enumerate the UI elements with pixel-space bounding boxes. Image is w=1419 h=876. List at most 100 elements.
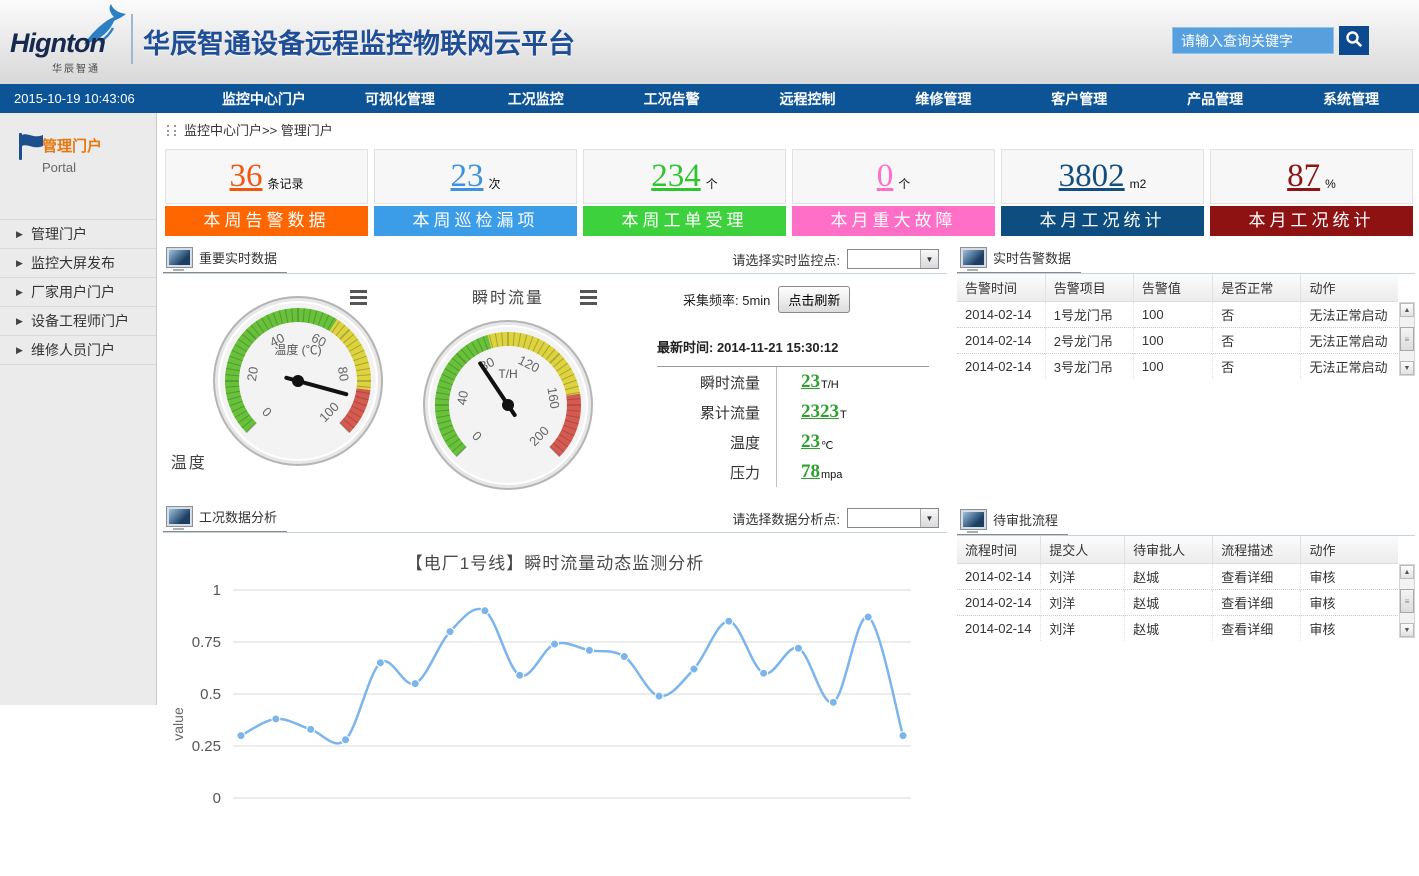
menu-caret-icon: ▶	[16, 220, 23, 248]
main-layout: 管理门户 Portal ▶管理门户▶监控大屏发布▶厂家用户门户▶设备工程师门户▶…	[0, 113, 1419, 705]
gauge-menu-icon[interactable]	[580, 290, 597, 308]
table-cell: 否	[1213, 354, 1301, 380]
alarm-grid: 告警时间告警项目告警值是否正常动作2014-02-141号龙门吊100否无法正常…	[957, 274, 1398, 379]
column-header[interactable]: 告警时间	[957, 274, 1045, 302]
column-header[interactable]: 提交人	[1041, 536, 1125, 564]
table-cell: 否	[1213, 302, 1301, 328]
svg-text:T/H: T/H	[498, 367, 517, 381]
stat-label-bar[interactable]: 本周巡检漏项	[374, 206, 577, 236]
table-cell: 赵城	[1125, 616, 1213, 642]
alarm-row-0[interactable]: 2014-02-141号龙门吊100否无法正常启动	[957, 302, 1398, 328]
reading-value[interactable]: 2323	[801, 401, 839, 423]
menu-caret-icon: ▶	[16, 336, 23, 364]
stat-label-bar[interactable]: 本周告警数据	[165, 206, 368, 236]
search-button[interactable]	[1339, 26, 1369, 55]
brand-logo[interactable]: Hignton 华辰智通	[8, 2, 130, 82]
reading-value[interactable]: 78	[801, 461, 820, 483]
readings-table: 瞬时流量23T/H累计流量2323T温度23℃压力78mpa	[657, 366, 929, 487]
table-cell: 审核	[1301, 616, 1398, 642]
breadcrumb-text: 监控中心门户>> 管理门户	[184, 123, 333, 138]
reading-unit: T	[840, 409, 847, 421]
column-header[interactable]: 是否正常	[1213, 274, 1301, 302]
stat-unit: 个	[706, 175, 718, 192]
stat-label-bar[interactable]: 本月工况统计	[1210, 206, 1413, 236]
nav-item-5[interactable]: 维修管理	[875, 89, 1011, 109]
svg-text:0: 0	[213, 790, 221, 807]
nav-item-3[interactable]: 工况告警	[604, 89, 740, 109]
stat-label-bar[interactable]: 本月重大故障	[792, 206, 995, 236]
scroll-down-icon[interactable]: ▼	[1400, 623, 1414, 637]
right-column: 实时告警数据 告警时间告警项目告警值是否正常动作2014-02-141号龙门吊1…	[957, 244, 1415, 876]
stat-value[interactable]: 23	[450, 158, 483, 195]
alarm-row-1[interactable]: 2014-02-142号龙门吊100否无法正常启动	[957, 328, 1398, 354]
stat-label-bar[interactable]: 本月工况统计	[1001, 206, 1204, 236]
table-cell: 100	[1133, 354, 1212, 380]
realtime-point-select[interactable]: ▼	[847, 249, 939, 269]
nav-item-8[interactable]: 系统管理	[1283, 89, 1419, 109]
navbar-timestamp: 2015-10-19 10:43:06	[0, 91, 196, 106]
column-header[interactable]: 动作	[1301, 274, 1398, 302]
scroll-down-icon[interactable]: ▼	[1400, 361, 1414, 375]
page-header: Hignton 华辰智通 华辰智通设备远程监控物联网云平台	[0, 0, 1419, 84]
alarm-row-2[interactable]: 2014-02-143号龙门吊100否无法正常启动	[957, 354, 1398, 380]
select-caret-icon[interactable]: ▼	[920, 509, 938, 527]
reading-row-1: 累计流量2323T	[657, 397, 929, 427]
column-header[interactable]: 流程时间	[957, 536, 1041, 564]
approval-row-1[interactable]: 2014-02-14刘洋赵城查看详细审核	[957, 590, 1398, 616]
scroll-up-icon[interactable]: ▲	[1400, 303, 1414, 317]
sidebar-item-3[interactable]: ▶设备工程师门户	[0, 306, 156, 335]
monitor-icon	[961, 248, 986, 267]
approval-row-2[interactable]: 2014-02-14刘洋赵城查看详细审核	[957, 616, 1398, 642]
analysis-point-select[interactable]: ▼	[847, 508, 939, 528]
table-cell: 2014-02-14	[957, 616, 1041, 642]
scroll-up-icon[interactable]: ▲	[1400, 565, 1414, 579]
nav-item-2[interactable]: 工况监控	[468, 89, 604, 109]
nav-item-1[interactable]: 可视化管理	[332, 89, 468, 109]
scroll-thumb[interactable]: ≡	[1400, 589, 1414, 613]
select-caret-icon[interactable]: ▼	[920, 250, 938, 268]
stat-value[interactable]: 3802	[1059, 158, 1125, 195]
svg-text:1: 1	[213, 582, 221, 599]
column-header[interactable]: 流程描述	[1213, 536, 1301, 564]
approval-row-0[interactable]: 2014-02-14刘洋赵城查看详细审核	[957, 564, 1398, 590]
refresh-button[interactable]: 点击刷新	[778, 286, 850, 313]
scroll-thumb[interactable]: ≡	[1400, 327, 1414, 351]
stat-card-value-area: 3802m2	[1001, 149, 1204, 204]
approval-grid: 流程时间提交人待审批人流程描述动作2014-02-14刘洋赵城查看详细审核201…	[957, 536, 1398, 641]
reading-name: 压力	[657, 457, 777, 487]
column-header[interactable]: 动作	[1301, 536, 1398, 564]
table-scrollbar[interactable]: ▲ ≡ ▼	[1399, 302, 1415, 376]
sidebar-item-label: 管理门户	[31, 226, 87, 242]
reading-value[interactable]: 23	[801, 431, 820, 453]
gauge-menu-icon[interactable]	[350, 290, 367, 308]
stat-value[interactable]: 87	[1287, 158, 1320, 195]
column-header[interactable]: 告警值	[1133, 274, 1212, 302]
nav-item-4[interactable]: 远程控制	[740, 89, 876, 109]
main-content: 监控中心门户>> 管理门户 36条记录本周告警数据23次本周巡检漏项234个本周…	[157, 113, 1419, 705]
nav-item-0[interactable]: 监控中心门户	[196, 89, 332, 109]
search-input[interactable]	[1172, 27, 1334, 54]
analysis-select-area: 请选择数据分析点: ▼	[732, 508, 939, 528]
reading-value[interactable]: 23	[801, 371, 820, 393]
alarm-table: 告警时间告警项目告警值是否正常动作2014-02-141号龙门吊100否无法正常…	[957, 274, 1415, 379]
gauge-temperature-title: 温度	[171, 455, 207, 472]
sidebar-item-1[interactable]: ▶监控大屏发布	[0, 248, 156, 277]
column-header[interactable]: 待审批人	[1125, 536, 1213, 564]
column-header[interactable]: 告警项目	[1045, 274, 1133, 302]
stat-label-bar[interactable]: 本周工单受理	[583, 206, 786, 236]
table-cell: 2014-02-14	[957, 354, 1045, 380]
svg-text:80: 80	[335, 366, 352, 383]
sidebar-item-2[interactable]: ▶厂家用户门户	[0, 277, 156, 306]
gauge-flow-title: 瞬时流量	[472, 290, 544, 307]
nav-item-6[interactable]: 客户管理	[1011, 89, 1147, 109]
stat-value[interactable]: 36	[229, 158, 262, 195]
menu-caret-icon: ▶	[16, 249, 23, 277]
nav-item-7[interactable]: 产品管理	[1147, 89, 1283, 109]
sidebar-item-0[interactable]: ▶ 管理门户	[0, 219, 156, 248]
reading-value-wrap: 23℃	[777, 427, 833, 457]
table-scrollbar[interactable]: ▲ ≡ ▼	[1399, 564, 1415, 638]
sidebar-item-4[interactable]: ▶维修人员门户	[0, 335, 156, 365]
stat-unit: 个	[898, 175, 910, 192]
stat-value[interactable]: 0	[877, 158, 894, 195]
stat-value[interactable]: 234	[651, 158, 701, 195]
